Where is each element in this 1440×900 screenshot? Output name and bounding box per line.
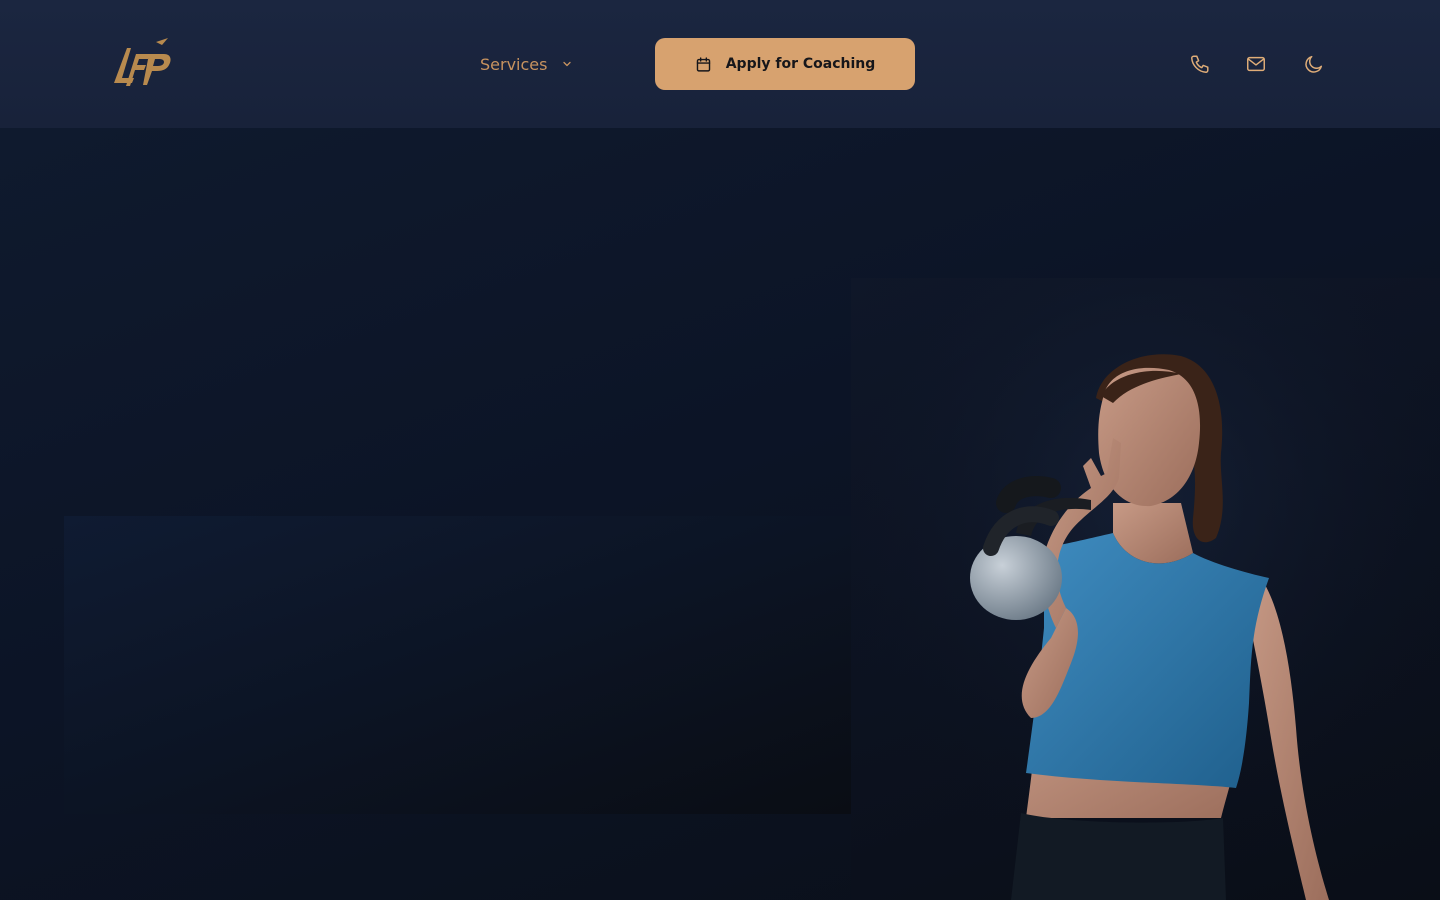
chevron-down-icon bbox=[563, 61, 572, 67]
services-label: Services bbox=[480, 54, 548, 74]
phone-icon bbox=[1191, 55, 1209, 73]
logo-mark-icon bbox=[114, 38, 171, 86]
mail-button[interactable] bbox=[1242, 50, 1270, 78]
phone-button[interactable] bbox=[1186, 50, 1214, 78]
lfp-logo[interactable] bbox=[110, 38, 172, 88]
mail-icon bbox=[1247, 56, 1265, 72]
moon-icon bbox=[1305, 55, 1323, 73]
woman-holding-kettlebell-photo bbox=[851, 278, 1440, 900]
apply-coaching-button[interactable]: Apply for Coaching bbox=[655, 38, 915, 90]
hero-content-panel bbox=[64, 516, 851, 814]
apply-coaching-label: Apply for Coaching bbox=[725, 56, 876, 72]
site-header: Services Apply for Coaching bbox=[0, 0, 1440, 128]
hero-section bbox=[0, 128, 1440, 900]
calendar-icon bbox=[696, 56, 710, 72]
hero-image-panel bbox=[851, 278, 1440, 900]
services-menu[interactable]: Services bbox=[480, 48, 573, 80]
theme-toggle-button[interactable] bbox=[1300, 50, 1328, 78]
